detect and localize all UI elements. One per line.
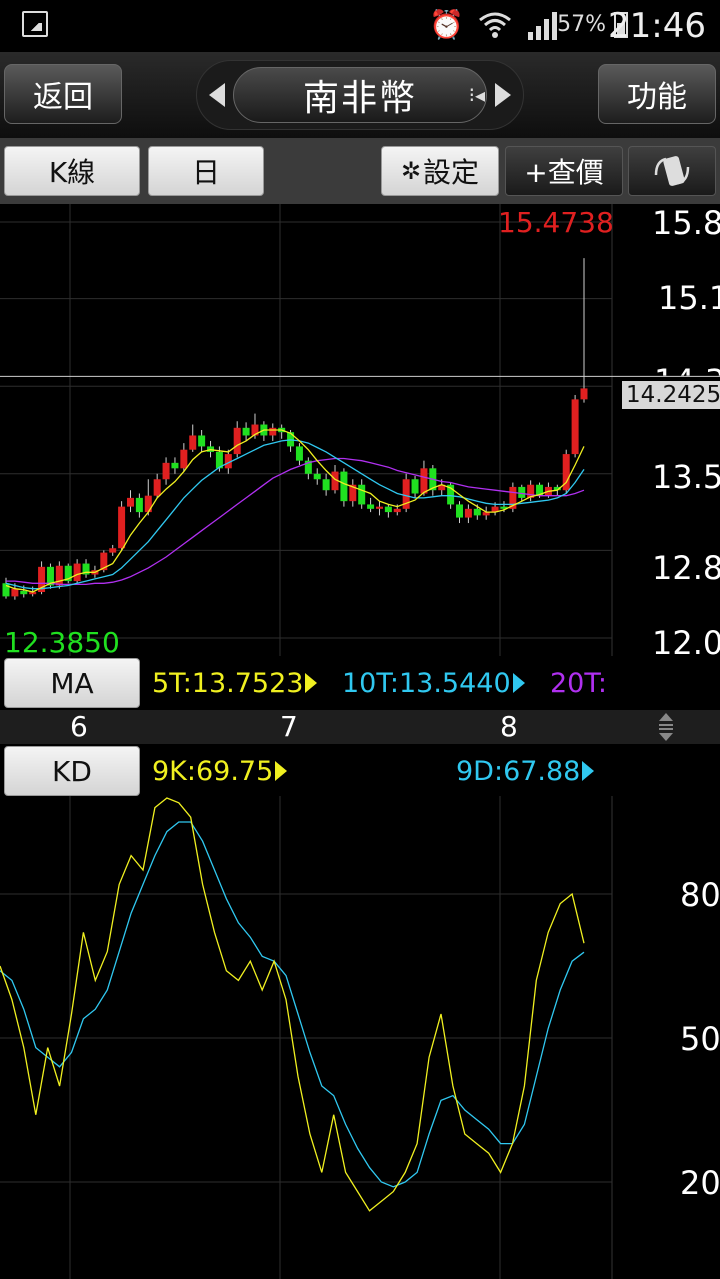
x-tick-label: 7	[280, 710, 298, 743]
candle-body	[171, 462, 179, 469]
y-tick-label: 12.8	[652, 549, 720, 587]
candle-body	[367, 504, 375, 509]
candle-body	[456, 504, 464, 518]
chart-toolbar: K線 日 ✲ 設定 +查價	[0, 138, 720, 204]
candle-body	[473, 508, 481, 516]
period-low-label: 12.3850	[4, 626, 120, 659]
alarm-icon: ⏰	[429, 8, 464, 41]
ma20-line	[6, 457, 585, 586]
candle-body	[233, 427, 241, 455]
candle-body	[11, 588, 19, 597]
ma-legend-item: 10T:13.5440	[342, 668, 525, 699]
candle-body	[20, 590, 28, 595]
title-bar: 返回 南非幣 ⁝◂ 功能	[0, 52, 720, 138]
candle-body	[126, 497, 134, 507]
signal-icon	[528, 12, 557, 40]
y-tick-label: 13.5	[652, 458, 720, 496]
clock: 21:46	[608, 6, 706, 46]
ma10-line	[5, 439, 585, 590]
kd-k-line	[0, 797, 585, 1212]
candle-body	[144, 495, 152, 513]
settings-label: 設定	[423, 156, 480, 189]
arrow-icon	[305, 672, 318, 693]
x-tick-label: 8	[500, 710, 518, 743]
status-bar: ⏰ 57% 21:46	[0, 0, 720, 52]
kd-d-legend: 9D:67.88	[456, 756, 595, 787]
y-tick-label: 15.8	[652, 204, 720, 242]
battery-percent: 57%	[557, 12, 606, 37]
kd-y-tick-label: 80	[680, 876, 720, 914]
candle-body	[384, 506, 392, 513]
x-axis: 6 7 8	[0, 710, 720, 744]
x-tick-label: 6	[70, 710, 88, 743]
candle-body	[571, 399, 579, 455]
wifi-icon	[479, 12, 511, 38]
arrow-icon	[512, 672, 525, 693]
ma5-line	[5, 429, 585, 593]
quote-button[interactable]: +查價	[505, 146, 623, 196]
rotate-screen-icon	[654, 156, 690, 186]
candle-body	[393, 508, 401, 513]
arrow-icon	[582, 760, 595, 781]
kd-d-line	[0, 821, 585, 1188]
candle-body	[162, 462, 170, 480]
candle-body	[189, 435, 197, 450]
page-title-text: 南非幣	[302, 78, 417, 119]
candle-body	[411, 479, 419, 494]
current-price-tag: 14.2425	[622, 381, 720, 409]
candle-body	[322, 479, 330, 491]
kd-y-tick-label: 50	[680, 1020, 720, 1058]
candle-body	[55, 565, 63, 586]
y-tick-label: 15.1	[658, 279, 720, 317]
candle-body	[109, 548, 117, 553]
kd-button[interactable]: KD	[4, 746, 140, 796]
next-arrow-icon[interactable]	[495, 83, 511, 107]
period-high-label: 15.4738	[498, 206, 614, 239]
candle-body	[358, 484, 366, 505]
candle-body	[269, 427, 277, 436]
candle-body	[135, 497, 143, 513]
gear-icon: ✲	[400, 157, 422, 185]
chart-type-button[interactable]: K線	[4, 146, 140, 196]
settings-button[interactable]: ✲ 設定	[381, 146, 499, 196]
ma-legend: MA 5T:13.7523 10T:13.5440 20T:	[0, 656, 612, 710]
candle-body	[153, 479, 161, 496]
candle-body	[420, 468, 428, 494]
back-button[interactable]: 返回	[4, 64, 122, 124]
arrow-icon	[275, 760, 288, 781]
gallery-icon	[22, 11, 48, 37]
candle-body	[2, 583, 10, 597]
ma-legend-item: 5T:13.7523	[152, 668, 318, 699]
candle-body	[375, 506, 383, 509]
candle-body	[518, 486, 526, 498]
candle-body	[118, 506, 126, 549]
ma-legend-item: 20T:	[550, 668, 607, 699]
ma-button[interactable]: MA	[4, 658, 140, 708]
candle-body	[464, 508, 472, 518]
rotate-button[interactable]	[628, 146, 716, 196]
candle-body	[242, 427, 250, 436]
candle-body	[313, 473, 321, 480]
kd-legend: KD 9K:69.75 9D:67.88	[0, 744, 612, 796]
page-title[interactable]: 南非幣	[233, 67, 487, 123]
period-button[interactable]: 日	[148, 146, 264, 196]
y-tick-label: 12.0	[652, 624, 720, 662]
drag-handle-icon[interactable]	[656, 712, 676, 742]
kd-y-tick-label: 20	[680, 1164, 720, 1202]
title-switcher: 南非幣 ⁝◂	[196, 60, 524, 130]
candle-body	[340, 471, 348, 502]
prev-arrow-icon[interactable]	[209, 83, 225, 107]
swap-icon: ⁝◂	[468, 83, 485, 107]
function-button[interactable]: 功能	[598, 64, 716, 124]
candle-body	[580, 388, 588, 400]
kd-k-legend: 9K:69.75	[152, 756, 288, 787]
candle-body	[180, 449, 188, 469]
candle-body	[295, 446, 303, 461]
candle-body	[73, 563, 81, 582]
candle-body	[198, 435, 206, 447]
